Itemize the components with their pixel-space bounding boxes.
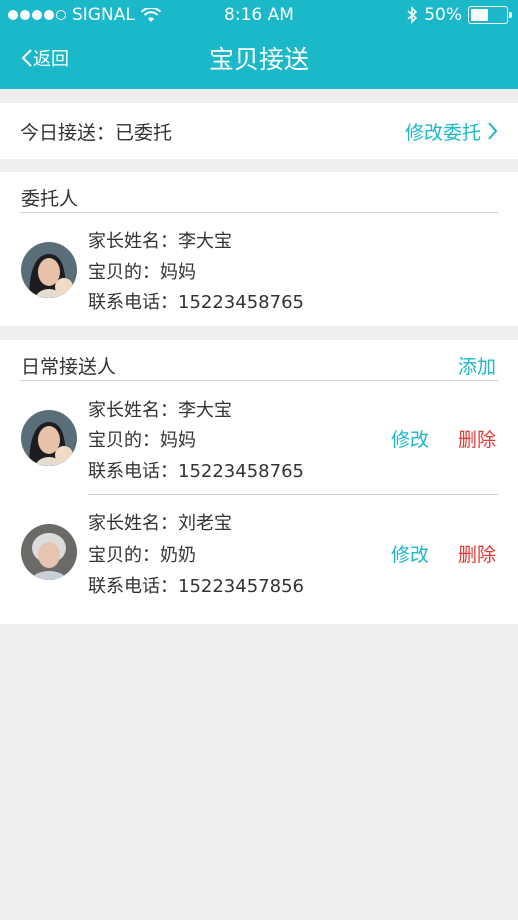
today-status-text: 今日接送：已委托: [20, 121, 173, 144]
delete-button[interactable]: 删除: [458, 425, 496, 452]
delegate-title: 委托人: [21, 188, 79, 210]
add-button[interactable]: 添加: [458, 352, 496, 379]
relation: 宝贝的：奶奶: [88, 545, 196, 566]
modify-delegation-link[interactable]: 修改委托: [405, 118, 498, 145]
phone-number: 联系电话：15223457856: [88, 576, 304, 597]
delete-button[interactable]: 删除: [458, 540, 496, 567]
edit-button[interactable]: 修改: [391, 425, 429, 452]
today-pickup-row: 今日接送：已委托 修改委托: [0, 103, 518, 159]
phone-number: 联系电话：15223458765: [88, 461, 304, 482]
battery-icon: [468, 6, 512, 24]
avatar: [21, 524, 77, 580]
page-title: 宝贝接送: [208, 45, 309, 74]
divider: [20, 212, 498, 213]
modify-delegation-label: 修改委托: [404, 121, 481, 144]
relation: 宝贝的：妈妈: [88, 262, 196, 283]
relation: 宝贝的：妈妈: [88, 430, 196, 451]
parent-name: 家长姓名：李大宝: [88, 400, 232, 421]
avatar: [21, 410, 77, 466]
battery-area: 50%: [406, 5, 512, 25]
parent-name: 家长姓名：李大宝: [88, 231, 232, 252]
phone-number: 联系电话：15223458765: [88, 292, 304, 313]
edit-button[interactable]: 修改: [391, 540, 429, 567]
nav-header: SIGNAL 8:16 AM 50% 返回 宝贝接送: [0, 0, 518, 89]
chevron-right-icon: [488, 122, 498, 140]
regular-pickup-section: 日常接送人 添加 家长姓名：李大宝 宝贝的：妈妈 联系电话：1522345876…: [0, 340, 518, 624]
divider: [88, 494, 498, 495]
avatar: [21, 242, 77, 298]
divider: [20, 380, 498, 381]
status-bar: SIGNAL 8:16 AM 50%: [0, 0, 518, 32]
regular-pickup-title: 日常接送人: [21, 356, 117, 378]
delegate-section: 委托人 家长姓名：李大宝 宝贝的：妈妈 联系电话：15223458765: [0, 172, 518, 326]
bluetooth-icon: [407, 6, 418, 24]
battery-percent: 50%: [424, 5, 462, 25]
parent-name: 家长姓名：刘老宝: [88, 513, 232, 534]
